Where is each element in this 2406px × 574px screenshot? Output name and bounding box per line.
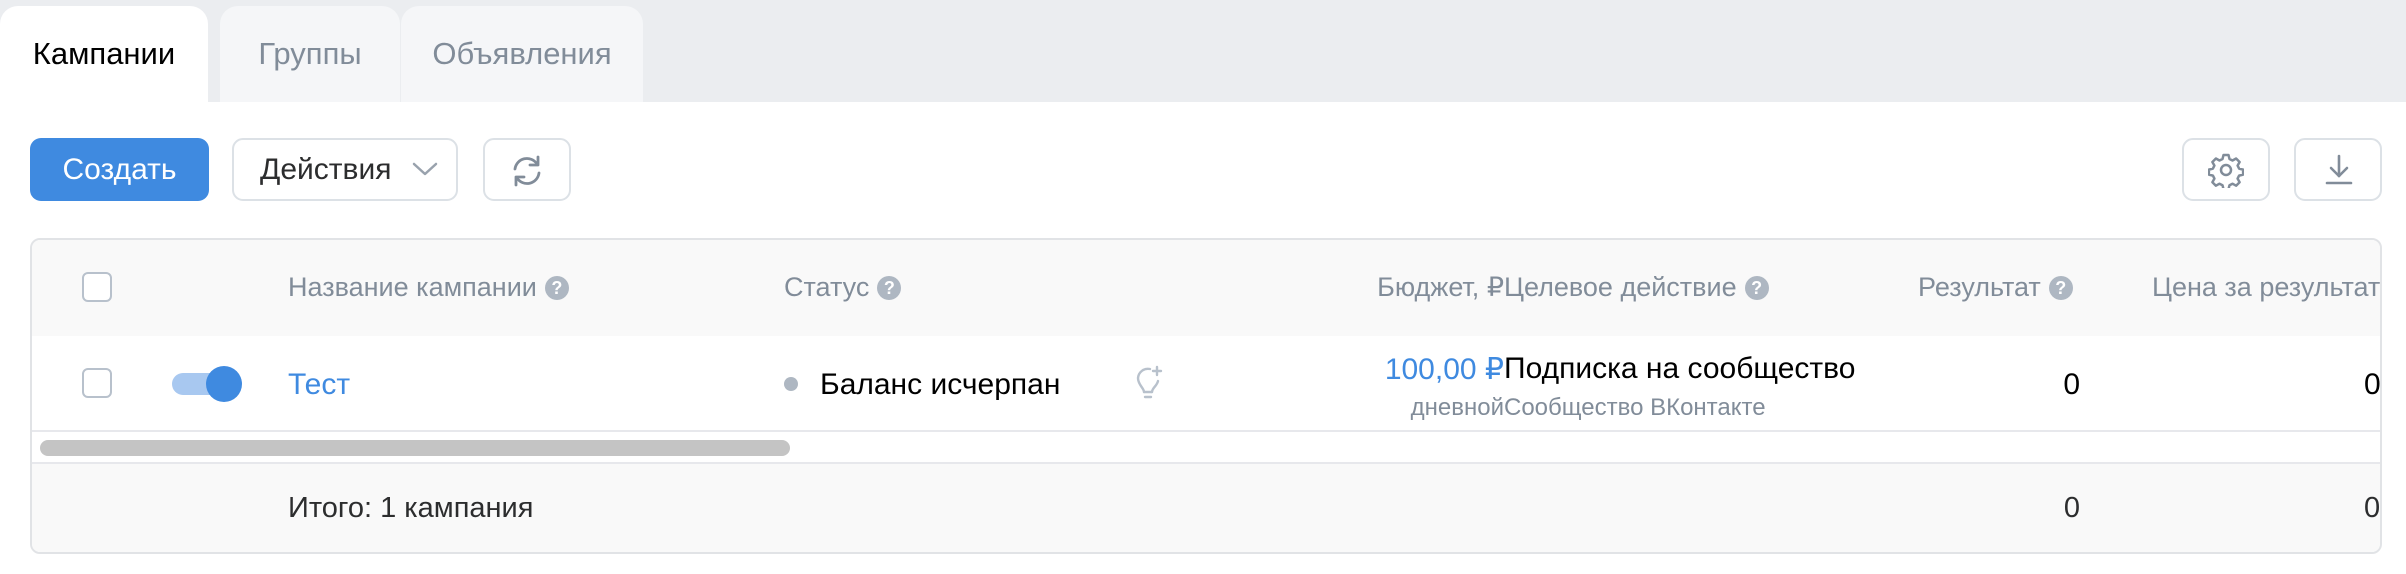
gear-icon bbox=[2208, 153, 2244, 188]
total-result: 0 bbox=[2063, 492, 2080, 524]
status-dot bbox=[784, 377, 798, 391]
help-icon[interactable]: ? bbox=[544, 276, 569, 300]
tab-bar: Кампании Группы Объявления bbox=[0, 0, 2406, 102]
select-all-checkbox[interactable] bbox=[82, 272, 112, 302]
table-row: Тест Баланс исчерпан 100,00 ₽ дневной По… bbox=[32, 336, 2381, 432]
budget-value[interactable]: 100,00 ₽ bbox=[1385, 352, 1504, 387]
lightbulb-icon[interactable] bbox=[1130, 364, 1166, 404]
toggle-knob bbox=[206, 366, 242, 402]
refresh-button[interactable] bbox=[483, 138, 571, 201]
column-header-price: Цена за результат bbox=[2152, 272, 2381, 302]
campaign-name-link[interactable]: Тест bbox=[288, 368, 350, 402]
column-header-budget: Бюджет, ₽ bbox=[1377, 272, 1504, 302]
create-button[interactable]: Создать bbox=[30, 138, 209, 201]
row-checkbox[interactable] bbox=[82, 368, 112, 398]
column-header-result: Результат? bbox=[1918, 272, 2073, 303]
actions-label: Действия bbox=[260, 153, 392, 186]
settings-button[interactable] bbox=[2182, 138, 2270, 201]
budget-type: дневной bbox=[1410, 394, 1504, 421]
actions-dropdown[interactable]: Действия bbox=[232, 138, 458, 201]
campaign-toggle[interactable] bbox=[172, 366, 244, 402]
target-action-sub: Сообщество ВКонтакте bbox=[1504, 394, 1766, 421]
tab-ads[interactable]: Объявления bbox=[401, 6, 643, 102]
price-value: 0, bbox=[2364, 368, 2381, 401]
help-icon[interactable]: ? bbox=[877, 276, 902, 300]
help-icon[interactable]: ? bbox=[2048, 276, 2073, 300]
column-header-name: Название кампании? bbox=[288, 272, 569, 303]
total-price: 0, bbox=[2364, 492, 2381, 524]
column-header-target: Целевое действие? bbox=[1504, 272, 1769, 303]
target-action: Подписка на сообщество bbox=[1504, 352, 1856, 385]
refresh-icon bbox=[513, 155, 541, 187]
status-text: Баланс исчерпан bbox=[820, 368, 1061, 401]
table-total-row: Итого: 1 кампания 0 0, bbox=[32, 464, 2381, 552]
table-header: Название кампании? Статус? Бюджет, ₽ Цел… bbox=[32, 240, 2381, 338]
help-icon[interactable]: ? bbox=[1744, 276, 1769, 300]
total-label: Итого: 1 кампания bbox=[288, 492, 534, 524]
download-button[interactable] bbox=[2294, 138, 2382, 201]
column-header-status: Статус? bbox=[784, 272, 902, 303]
campaigns-table: Название кампании? Статус? Бюджет, ₽ Цел… bbox=[30, 238, 2382, 554]
tab-groups[interactable]: Группы bbox=[220, 6, 400, 102]
horizontal-scrollbar[interactable] bbox=[40, 440, 790, 456]
tab-campaigns[interactable]: Кампании bbox=[0, 6, 208, 102]
download-icon bbox=[2325, 154, 2353, 185]
result-value: 0 bbox=[2063, 368, 2080, 401]
chevron-down-icon bbox=[412, 162, 438, 176]
